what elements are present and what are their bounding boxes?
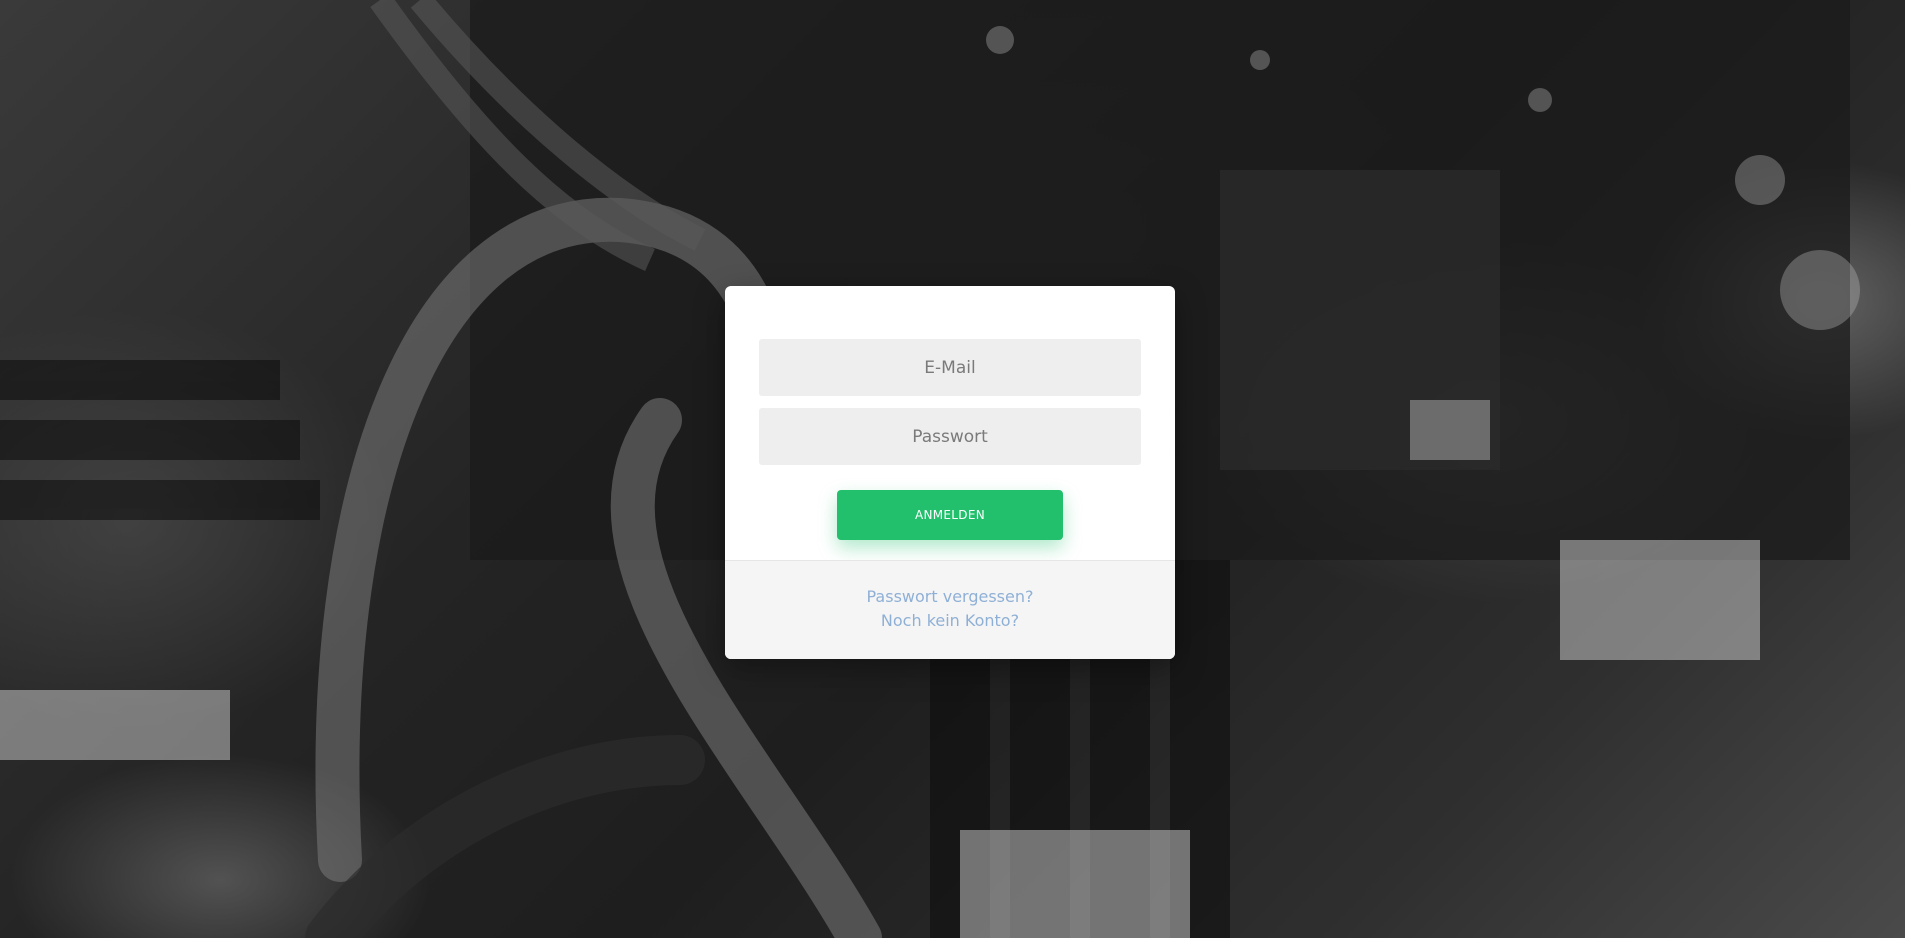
card-footer: Passwort vergessen? Noch kein Konto?	[725, 560, 1175, 659]
login-form: ANMELDEN	[725, 286, 1175, 560]
email-field[interactable]	[759, 339, 1141, 396]
login-button[interactable]: ANMELDEN	[837, 490, 1063, 540]
register-link[interactable]: Noch kein Konto?	[725, 611, 1175, 630]
forgot-password-link[interactable]: Passwort vergessen?	[725, 587, 1175, 606]
login-card: ANMELDEN Passwort vergessen? Noch kein K…	[725, 286, 1175, 659]
password-field[interactable]	[759, 408, 1141, 465]
